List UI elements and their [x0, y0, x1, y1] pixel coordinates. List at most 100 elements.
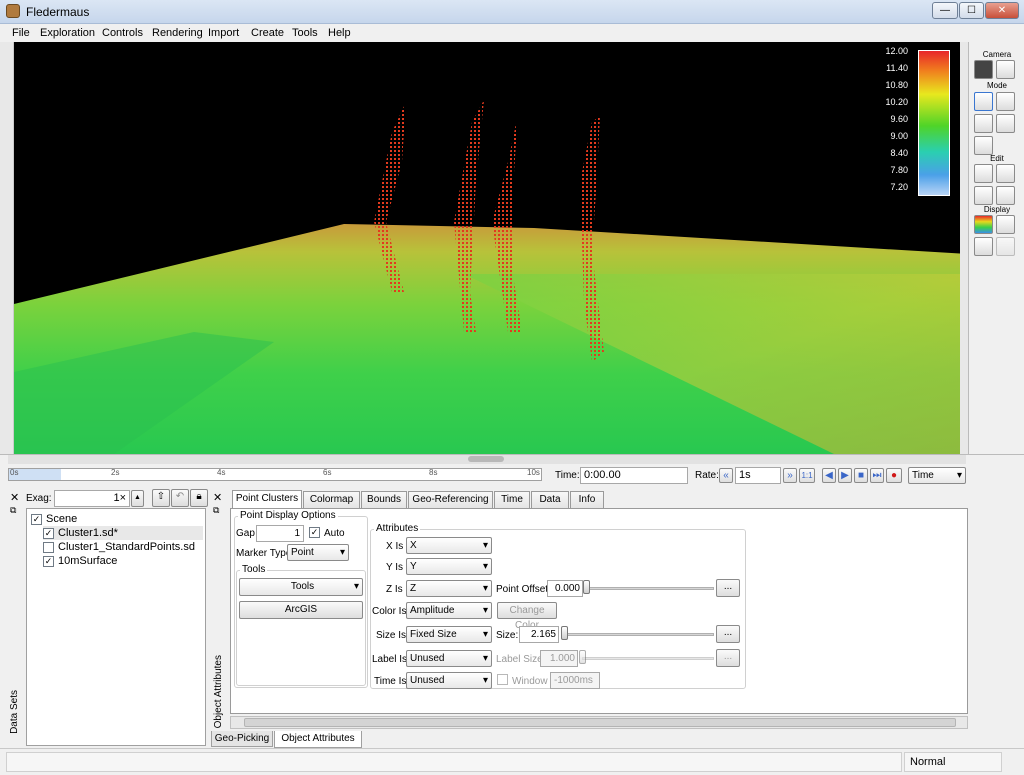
auto-checkbox[interactable]: ✓ [309, 527, 320, 538]
label-size-field[interactable]: 1.000 [540, 650, 578, 667]
edit-points-icon[interactable] [974, 164, 993, 183]
label-size-slider[interactable] [582, 657, 714, 660]
window-checkbox[interactable] [497, 674, 508, 685]
attributes-title: Attributes [374, 523, 421, 534]
size-is-select[interactable]: Fixed Size [406, 626, 492, 643]
edit-surface-icon[interactable] [996, 164, 1015, 183]
menu-exploration[interactable]: Exploration [40, 27, 95, 39]
axis-display-icon[interactable] [974, 237, 993, 256]
label-is-select[interactable]: Unused [406, 650, 492, 667]
change-color-button[interactable]: Change Color [497, 602, 557, 631]
time-is-label: Time Is [374, 676, 407, 687]
color-is-select[interactable]: Amplitude [406, 602, 492, 619]
point-offset-more-button[interactable]: ... [716, 579, 740, 597]
x-is-select[interactable]: X [406, 537, 492, 554]
camera-fly-icon[interactable] [996, 60, 1015, 79]
edit-color-icon[interactable] [996, 186, 1015, 205]
tab-bounds[interactable]: Bounds [361, 491, 407, 508]
move-up-icon[interactable]: ⇧ [152, 489, 170, 507]
exag-spinner[interactable]: ▲▼ [131, 490, 144, 514]
menu-help[interactable]: Help [328, 27, 351, 39]
checkbox-checked[interactable]: ✓ [43, 527, 54, 539]
z-is-select[interactable]: Z [406, 580, 492, 597]
stop-icon[interactable]: ■ [854, 468, 868, 483]
point-offset-label: Point Offset [496, 584, 549, 595]
camera-orbit-icon[interactable] [974, 60, 993, 79]
tree-item-scene[interactable]: ✓ Scene [31, 512, 77, 526]
tools-dropdown[interactable]: Tools [239, 578, 363, 596]
menu-controls[interactable]: Controls [102, 27, 143, 39]
window-field[interactable]: -1000ms [550, 672, 600, 689]
select-lasso-icon[interactable] [974, 114, 993, 133]
exag-field[interactable]: 1× [54, 490, 130, 507]
size-field[interactable]: 2.165 [519, 626, 559, 643]
tab-object-attributes[interactable]: Object Attributes [274, 731, 362, 748]
tab-time[interactable]: Time [494, 491, 530, 508]
timeline-track[interactable] [8, 468, 542, 481]
play-icon[interactable]: ▶ [838, 468, 852, 483]
tree-item-cluster1[interactable]: ✓ Cluster1.sd* [43, 526, 203, 540]
rate-reset-button[interactable]: 1:1 [799, 468, 815, 483]
label-size-more-button[interactable]: ... [716, 649, 740, 667]
checkbox-checked[interactable]: ✓ [43, 555, 54, 567]
left-splitter[interactable] [0, 42, 14, 454]
viewport-scrollbar[interactable] [960, 42, 968, 454]
tab-geo-picking[interactable]: Geo-Picking [211, 731, 273, 747]
colormap-display-icon[interactable] [974, 215, 993, 234]
dock-float-icon[interactable]: ⧉ [213, 505, 219, 516]
size-slider[interactable] [564, 633, 714, 636]
time-mode-select[interactable]: Time [908, 467, 966, 484]
dock-float-icon[interactable]: ⧉ [10, 505, 16, 516]
tab-geo-referencing[interactable]: Geo-Referencing [408, 491, 493, 508]
light-display-icon[interactable] [996, 237, 1015, 256]
rate-increase-icon[interactable]: » [783, 468, 797, 483]
select-arrow-icon[interactable] [974, 92, 993, 111]
menu-file[interactable]: File [12, 27, 30, 39]
record-icon[interactable]: ● [886, 468, 902, 483]
checkbox-unchecked[interactable] [43, 541, 54, 553]
measure-icon[interactable] [974, 136, 993, 155]
size-more-button[interactable]: ... [716, 625, 740, 643]
dock-close-icon[interactable]: ✕ [10, 491, 19, 504]
end-icon[interactable]: ⏭ [870, 468, 884, 483]
gap-field[interactable]: 1 [256, 525, 304, 542]
edit-cluster-icon[interactable] [974, 186, 993, 205]
attributes-scroll-thumb[interactable] [244, 718, 956, 727]
tab-info[interactable]: Info [570, 491, 604, 508]
y-is-select[interactable]: Y [406, 558, 492, 575]
rewind-icon[interactable]: ◀ [822, 468, 836, 483]
shading-display-icon[interactable] [996, 215, 1015, 234]
arcgis-button[interactable]: ArcGIS [239, 601, 363, 619]
checkbox-checked[interactable]: ✓ [31, 513, 42, 525]
select-rect-icon[interactable] [996, 92, 1015, 111]
lock-icon[interactable]: 🔒︎ [190, 489, 208, 507]
time-field[interactable]: 0:00.00 [580, 467, 688, 484]
tab-data[interactable]: Data [531, 491, 569, 508]
timeline-scroll-thumb[interactable] [468, 456, 504, 462]
point-offset-field[interactable]: 0.000 [547, 580, 583, 597]
undo-icon[interactable]: ↶ [171, 489, 189, 507]
point-offset-slider[interactable] [586, 587, 714, 590]
maximize-button[interactable]: ☐ [959, 2, 984, 19]
label-size-slider-thumb[interactable] [579, 650, 586, 664]
legend-tick: 7.80 [890, 165, 908, 175]
tab-colormap[interactable]: Colormap [303, 491, 360, 508]
rate-field[interactable]: 1s [735, 467, 781, 484]
minimize-button[interactable]: — [932, 2, 958, 19]
menu-create[interactable]: Create [251, 27, 284, 39]
time-is-select[interactable]: Unused [406, 672, 492, 689]
3d-viewport[interactable]: 12.00 11.40 10.80 10.20 9.60 9.00 8.40 7… [14, 42, 968, 454]
close-button[interactable]: ✕ [985, 2, 1019, 19]
menu-import[interactable]: Import [208, 27, 239, 39]
menu-rendering[interactable]: Rendering [152, 27, 203, 39]
dock-close-icon[interactable]: ✕ [213, 491, 222, 504]
tree-item-standard-points[interactable]: Cluster1_StandardPoints.sd [43, 540, 195, 554]
rate-decrease-icon[interactable]: « [719, 468, 733, 483]
tree-item-10msurface[interactable]: ✓ 10mSurface [43, 554, 117, 568]
tab-point-clusters[interactable]: Point Clusters [232, 490, 302, 509]
menu-tools[interactable]: Tools [292, 27, 318, 39]
point-offset-slider-thumb[interactable] [583, 580, 590, 594]
marker-type-select[interactable]: Point [287, 544, 349, 561]
select-polygon-icon[interactable] [996, 114, 1015, 133]
size-slider-thumb[interactable] [561, 626, 568, 640]
